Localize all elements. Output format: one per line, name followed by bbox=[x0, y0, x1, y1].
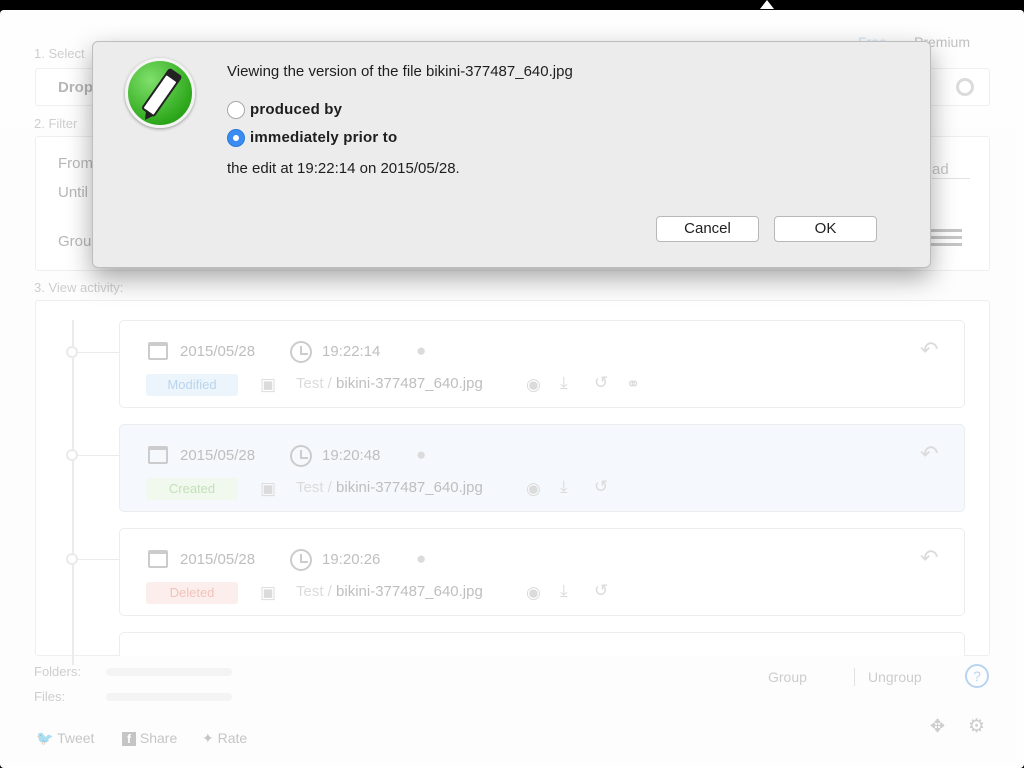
window-pointer bbox=[760, 0, 774, 9]
entry-date: 2015/05/28 bbox=[180, 447, 256, 464]
dialog-title: Viewing the version of the file bikini-3… bbox=[227, 63, 573, 80]
preview-eye-icon[interactable]: ◉ bbox=[526, 375, 541, 395]
folder-name: Test bbox=[296, 375, 324, 392]
user-icon: ● bbox=[416, 549, 427, 568]
rate-label: Rate bbox=[217, 730, 248, 746]
activity-entry[interactable]: 2015/05/28 19:22:14 ● ↶ Modified ▣ Test … bbox=[119, 320, 965, 408]
ungroup-button[interactable]: Ungroup bbox=[868, 669, 922, 685]
preview-eye-icon[interactable]: ◉ bbox=[526, 479, 541, 499]
preview-eye-icon[interactable]: ◉ bbox=[526, 583, 541, 603]
cancel-button[interactable]: Cancel bbox=[656, 216, 759, 242]
calendar-icon bbox=[148, 342, 168, 360]
refresh-icon[interactable] bbox=[956, 78, 974, 96]
entry-date: 2015/05/28 bbox=[180, 551, 256, 568]
entry-time: 19:20:48 bbox=[322, 447, 381, 464]
folder-name: Test bbox=[296, 479, 324, 496]
history-icon[interactable]: ↺ bbox=[594, 581, 608, 601]
link-icon[interactable]: ⚭ bbox=[626, 375, 640, 395]
user-icon: ● bbox=[416, 445, 427, 464]
timeline-connector bbox=[78, 559, 119, 560]
facebook-icon: f bbox=[122, 732, 136, 746]
file-name: bikini-377487_640.jpg bbox=[336, 583, 483, 600]
revert-icon[interactable]: ↶ bbox=[920, 337, 938, 363]
move-icon[interactable]: ✥ bbox=[930, 716, 945, 737]
until-label: Until bbox=[58, 184, 89, 201]
timeline-connector bbox=[78, 455, 119, 456]
dropdown-value: Drop bbox=[58, 79, 93, 96]
filter-input[interactable]: ad bbox=[932, 161, 970, 179]
file-path[interactable]: Test / bikini-377487_640.jpg bbox=[296, 375, 483, 392]
from-label: From bbox=[58, 155, 93, 172]
entry-time: 19:22:14 bbox=[322, 343, 381, 360]
timeline bbox=[72, 320, 74, 665]
clock-icon bbox=[290, 445, 312, 467]
dropbox-icon: ▣ bbox=[260, 479, 277, 498]
revert-icon[interactable]: ↶ bbox=[920, 545, 938, 571]
download-icon[interactable]: ⤓ bbox=[560, 477, 568, 497]
files-label: Files: bbox=[34, 689, 66, 704]
step1-label: 1. Select bbox=[34, 46, 85, 61]
divider bbox=[854, 668, 855, 686]
folders-progress bbox=[106, 668, 232, 676]
radio-produced-by-label[interactable]: produced by bbox=[250, 101, 342, 118]
share-button[interactable]: f Share bbox=[122, 730, 177, 746]
clock-icon bbox=[290, 341, 312, 363]
timeline-dot bbox=[66, 449, 78, 461]
share-label: Share bbox=[139, 730, 178, 746]
entry-date: 2015/05/28 bbox=[180, 343, 256, 360]
radio-prior-to[interactable] bbox=[227, 129, 245, 147]
history-icon[interactable]: ↺ bbox=[594, 477, 608, 497]
activity-entry[interactable]: 2015/05/28 19:20:26 ● ↶ Deleted ▣ Test /… bbox=[119, 528, 965, 616]
file-name: bikini-377487_640.jpg bbox=[336, 479, 483, 496]
activity-entry[interactable]: 2015/05/28 19:20:48 ● ↶ Created ▣ Test /… bbox=[119, 424, 965, 512]
path-separator: / bbox=[323, 583, 337, 600]
files-progress bbox=[106, 693, 232, 701]
step2-label: 2. Filter bbox=[34, 116, 78, 131]
download-icon[interactable]: ⤓ bbox=[560, 581, 568, 601]
version-dialog: Viewing the version of the file bikini-3… bbox=[92, 41, 931, 268]
tweet-label: Tweet bbox=[57, 730, 95, 746]
timeline-connector bbox=[78, 352, 119, 353]
step3-label: 3. View activity: bbox=[34, 280, 124, 295]
dropbox-icon: ▣ bbox=[260, 583, 277, 602]
revert-icon[interactable]: ↶ bbox=[920, 441, 938, 467]
user-icon: ● bbox=[416, 341, 427, 360]
timeline-dot bbox=[66, 346, 78, 358]
path-separator: / bbox=[323, 375, 337, 392]
folder-name: Test bbox=[296, 583, 324, 600]
path-separator: / bbox=[323, 479, 337, 496]
file-path[interactable]: Test / bikini-377487_640.jpg bbox=[296, 479, 483, 496]
ok-button[interactable]: OK bbox=[774, 216, 877, 242]
calendar-icon bbox=[148, 550, 168, 568]
twitter-icon: 🐦 bbox=[36, 730, 54, 746]
file-name: bikini-377487_640.jpg bbox=[336, 375, 483, 392]
status-badge: Created bbox=[146, 478, 238, 500]
dropbox-icon: ▣ bbox=[260, 375, 277, 394]
help-button[interactable]: ? bbox=[965, 664, 989, 688]
gear-icon[interactable]: ⚙ bbox=[968, 715, 985, 738]
file-path[interactable]: Test / bikini-377487_640.jpg bbox=[296, 583, 483, 600]
history-icon[interactable]: ↺ bbox=[594, 373, 608, 393]
group-label: Grou bbox=[58, 233, 92, 250]
app-logo-pen-icon bbox=[125, 58, 195, 128]
edit-info-text: the edit at 19:22:14 on 2015/05/28. bbox=[227, 160, 460, 177]
radio-prior-to-label[interactable]: immediately prior to bbox=[250, 129, 397, 146]
list-view-icon[interactable] bbox=[928, 229, 962, 249]
clock-icon bbox=[290, 549, 312, 571]
app-store-icon: ✦ bbox=[202, 730, 214, 746]
download-icon[interactable]: ⤓ bbox=[560, 373, 568, 393]
group-button[interactable]: Group bbox=[768, 669, 807, 685]
status-badge: Modified bbox=[146, 374, 238, 396]
activity-entry-partial[interactable] bbox=[119, 632, 965, 656]
entry-time: 19:20:26 bbox=[322, 551, 381, 568]
radio-produced-by[interactable] bbox=[227, 101, 245, 119]
timeline-dot bbox=[66, 553, 78, 565]
calendar-icon bbox=[148, 446, 168, 464]
rate-button[interactable]: ✦ Rate bbox=[202, 730, 247, 747]
folders-label: Folders: bbox=[34, 664, 81, 679]
tweet-button[interactable]: 🐦 Tweet bbox=[36, 730, 94, 747]
status-badge: Deleted bbox=[146, 582, 238, 604]
